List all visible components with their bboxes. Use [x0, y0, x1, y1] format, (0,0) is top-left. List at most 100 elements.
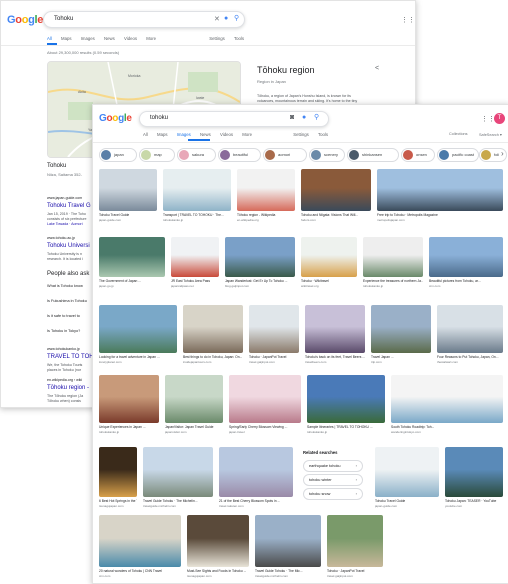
- filter-chip[interactable]: scenery: [309, 148, 345, 162]
- image-result-caption[interactable]: 21 of the Best Cherry Blossom Spots in .…: [219, 499, 293, 503]
- image-result-caption[interactable]: Transport | TRAVEL TO TOHOKU · The...: [163, 213, 231, 217]
- tab-news[interactable]: News: [200, 132, 211, 137]
- image-result-caption[interactable]: Travel Guide Tohoku · The Mic...: [255, 569, 321, 573]
- image-result-thumbnail[interactable]: [301, 237, 357, 277]
- tab-all[interactable]: All: [47, 36, 52, 41]
- tab-more[interactable]: More: [146, 36, 156, 41]
- tab-maps[interactable]: Maps: [61, 36, 72, 41]
- safesearch-toggle[interactable]: SafeSearch ▾: [479, 132, 502, 137]
- mic-icon[interactable]: ●: [302, 114, 306, 121]
- paa-question[interactable]: Is it safe to travel to: [47, 314, 80, 318]
- image-result-thumbnail[interactable]: [377, 169, 503, 211]
- image-result-caption[interactable]: Tohoku and Niigata: Visions That Will...: [301, 213, 371, 217]
- image-result-thumbnail[interactable]: [249, 305, 299, 353]
- image-result-caption[interactable]: Beautiful pictures from Tohoku, ar...: [429, 279, 503, 283]
- collections-link[interactable]: Collections: [449, 132, 468, 136]
- image-result-thumbnail[interactable]: [437, 305, 503, 353]
- image-result-caption[interactable]: Experience the treasures of northern Ja.…: [363, 279, 423, 283]
- image-result-thumbnail[interactable]: [165, 375, 223, 423]
- search-input[interactable]: tohoku: [150, 115, 168, 121]
- image-result-caption[interactable]: JapanVisitor: Japan Travel Guide: [165, 425, 223, 429]
- apps-icon[interactable]: ⋮⋮: [481, 115, 495, 123]
- tab-news[interactable]: News: [104, 36, 115, 41]
- image-result-thumbnail[interactable]: [305, 305, 365, 353]
- result-title[interactable]: Tōhoku region -: [47, 385, 89, 391]
- image-result-caption[interactable]: Tohoku Japan: TEASER · YouTube: [445, 499, 503, 503]
- search-box[interactable]: Tohoku ✕ ● ⚲: [43, 11, 245, 28]
- image-result-thumbnail[interactable]: [327, 515, 383, 567]
- search-icon[interactable]: ⚲: [314, 113, 319, 121]
- tab-images[interactable]: Images: [177, 132, 191, 137]
- image-result-thumbnail[interactable]: [171, 237, 219, 277]
- search-input[interactable]: Tohoku: [54, 16, 73, 22]
- avatar[interactable]: T: [494, 113, 505, 124]
- image-result-thumbnail[interactable]: [99, 447, 137, 497]
- result-title[interactable]: Tohoku Travel G: [47, 203, 91, 209]
- image-result-thumbnail[interactable]: [307, 375, 385, 423]
- paa-question[interactable]: Is Tohoku in Tokyo?: [47, 329, 80, 333]
- image-result-caption[interactable]: Tohoku · JapanPot Travel: [327, 569, 383, 573]
- image-result-caption[interactable]: Travel Japan ...: [371, 355, 431, 359]
- tab-videos[interactable]: Videos: [220, 132, 233, 137]
- image-result-thumbnail[interactable]: [375, 447, 439, 497]
- image-result-caption[interactable]: Sample Itineraries | TRAVEL TO TOHOKU ..…: [307, 425, 385, 429]
- related-search-item[interactable]: tohoku snow ›: [303, 488, 363, 500]
- filter-chip[interactable]: beautiful: [218, 148, 261, 162]
- result-title[interactable]: TRAVEL TO TOH: [47, 354, 94, 360]
- image-result-caption[interactable]: Tōhoku region - Wikipedia: [237, 213, 295, 217]
- image-result-caption[interactable]: Spring/Early Cherry Blossom Viewing ...: [229, 425, 301, 429]
- filter-chip[interactable]: map: [139, 148, 175, 162]
- tab-settings[interactable]: Settings: [293, 132, 309, 137]
- tab-videos[interactable]: Videos: [124, 36, 137, 41]
- tab-maps[interactable]: Maps: [157, 132, 168, 137]
- apps-icon[interactable]: ⋮⋮: [401, 16, 415, 24]
- image-result-thumbnail[interactable]: [255, 515, 321, 567]
- place-title[interactable]: Tohoku: [47, 163, 66, 169]
- image-result-caption[interactable]: 6 Best Hot Springs in the Tohoku Region …: [99, 499, 137, 503]
- tab-more[interactable]: More: [242, 132, 252, 137]
- image-result-thumbnail[interactable]: [219, 447, 293, 497]
- image-result-thumbnail[interactable]: [187, 515, 249, 567]
- image-result-thumbnail[interactable]: [363, 237, 423, 277]
- image-result-thumbnail[interactable]: [163, 169, 231, 211]
- mic-icon[interactable]: ●: [224, 15, 228, 22]
- image-result-thumbnail[interactable]: [99, 515, 181, 567]
- image-result-caption[interactable]: Four Reasons to Put Tohoku, Japan, On...: [437, 355, 503, 359]
- filter-chip[interactable]: sakura: [177, 148, 216, 162]
- search-box[interactable]: tohoku ◙ ● ⚲: [139, 111, 329, 127]
- image-result-caption[interactable]: Unique Experiences in Japan ...: [99, 425, 159, 429]
- image-result-thumbnail[interactable]: [99, 375, 159, 423]
- tab-settings[interactable]: Settings: [209, 36, 225, 41]
- filter-chip[interactable]: pacific coast: [437, 148, 479, 162]
- image-result-caption[interactable]: Looking for a travel adventure in Japan …: [99, 355, 177, 359]
- image-result-thumbnail[interactable]: [99, 305, 177, 353]
- image-result-caption[interactable]: Free trip to Tohoku · Metropolis Magazin…: [377, 213, 503, 217]
- chevron-right-icon[interactable]: ›: [501, 149, 504, 158]
- image-result-thumbnail[interactable]: [183, 305, 243, 353]
- image-result-caption[interactable]: Travel Guide Tohoku · The Michelin...: [143, 499, 213, 503]
- search-icon[interactable]: ⚲: [234, 14, 239, 22]
- image-result-thumbnail[interactable]: [429, 237, 503, 277]
- image-result-thumbnail[interactable]: [99, 237, 165, 277]
- filter-chip[interactable]: japan: [99, 148, 137, 162]
- filter-chip[interactable]: shinkansen: [347, 148, 399, 162]
- image-result-thumbnail[interactable]: [371, 305, 431, 353]
- filter-chip[interactable]: onsen: [401, 148, 435, 162]
- image-result-caption[interactable]: JR East Tohoku Area Pass: [171, 279, 219, 283]
- image-result-thumbnail[interactable]: [143, 447, 213, 497]
- paa-question[interactable]: What is Tohoku know: [47, 284, 83, 288]
- image-result-thumbnail[interactable]: [237, 169, 295, 211]
- result-title[interactable]: Tohoku Universi: [47, 243, 90, 249]
- image-result-caption[interactable]: Tohoku Travel Guide: [375, 499, 439, 503]
- google-logo[interactable]: Google: [7, 14, 43, 26]
- image-result-caption[interactable]: The Government of Japan ...: [99, 279, 165, 283]
- tab-all[interactable]: All: [143, 132, 148, 137]
- image-result-caption[interactable]: Japan Wanderlust: Get Er Up To Tohoku ..…: [225, 279, 295, 283]
- image-result-caption[interactable]: Tohoku Travel Guide: [99, 213, 157, 217]
- image-result-thumbnail[interactable]: [99, 169, 157, 211]
- image-result-thumbnail[interactable]: [391, 375, 503, 423]
- tab-images[interactable]: Images: [81, 36, 95, 41]
- close-icon[interactable]: ✕: [214, 15, 220, 23]
- google-logo[interactable]: Google: [99, 113, 132, 124]
- image-result-caption[interactable]: South Tohoku Roadtrip: Toh...: [391, 425, 503, 429]
